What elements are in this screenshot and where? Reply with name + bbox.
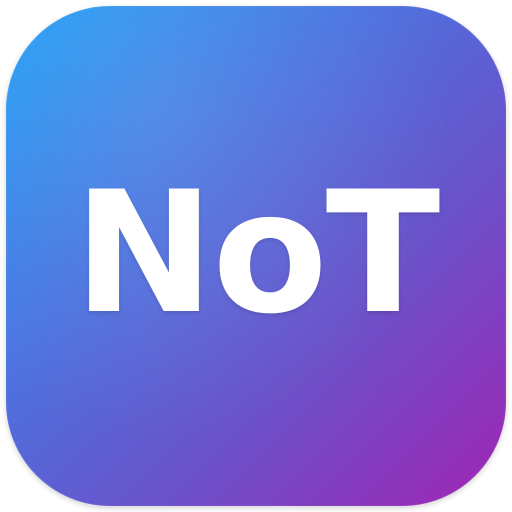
- icon-canvas: NoT: [0, 0, 512, 512]
- app-icon-label: NoT: [73, 155, 441, 351]
- app-icon[interactable]: NoT: [6, 6, 506, 506]
